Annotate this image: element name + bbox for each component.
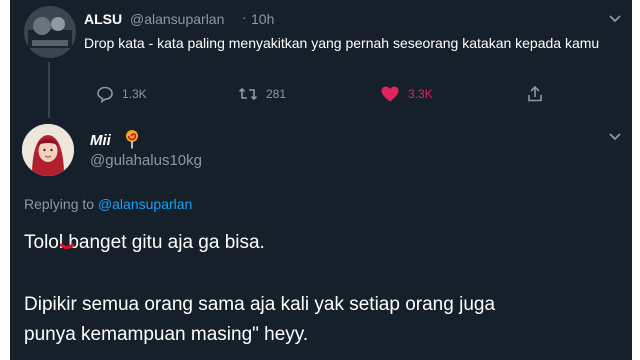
share-icon — [526, 85, 544, 103]
avatar[interactable] — [22, 124, 74, 176]
reply-icon — [96, 85, 114, 103]
tweet-thread: ALSU @alansuparlan · 10h Drop kata - kat… — [10, 0, 632, 360]
reply-text-line: punya kemampuan masing" heyy. — [24, 324, 309, 345]
lollipop-icon — [123, 129, 141, 149]
chevron-down-icon[interactable] — [608, 130, 622, 144]
reply-text-line: Dipikir semua orang sama aja kali yak se… — [24, 294, 496, 315]
like-count: 3.3K — [408, 87, 433, 101]
share-button[interactable] — [526, 84, 544, 104]
chevron-down-icon[interactable] — [608, 12, 622, 26]
reply-button[interactable]: 1.3K — [96, 84, 147, 104]
avatar[interactable] — [24, 6, 76, 58]
author-handle[interactable]: @gulahalus10kg — [90, 152, 202, 169]
tweet-text: Drop kata - kata paling menyakitkan yang… — [84, 35, 600, 51]
replying-to: Replying to @alansuparlan — [24, 196, 192, 212]
thread-line — [48, 62, 50, 118]
tweet-time[interactable]: 10h — [251, 11, 274, 27]
author-handle[interactable]: @alansuparlan — [130, 11, 224, 27]
author-name[interactable]: ALSU — [84, 11, 122, 27]
retweet-button[interactable]: 281 — [238, 84, 286, 104]
separator-dot: · — [242, 9, 247, 25]
replying-prefix: Replying to — [24, 196, 95, 212]
retweet-count: 281 — [266, 87, 287, 101]
author-name[interactable]: Mii — [90, 132, 111, 149]
heart-icon — [380, 85, 400, 103]
retweet-icon — [238, 85, 258, 103]
censor-mark — [60, 241, 74, 251]
like-button[interactable]: 3.3K — [380, 84, 433, 104]
mention-link[interactable]: @alansuparlan — [98, 196, 192, 212]
reply-count: 1.3K — [122, 87, 147, 101]
